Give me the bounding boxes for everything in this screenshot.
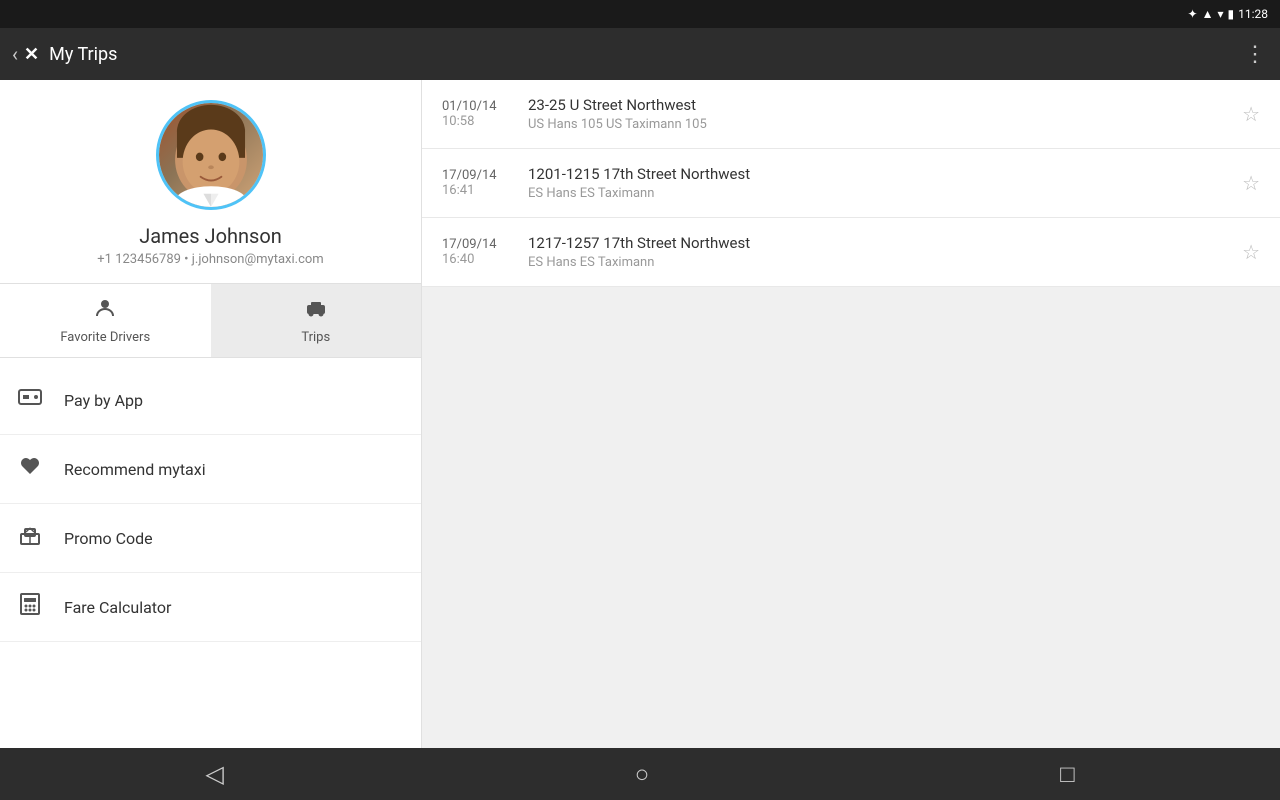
- status-bar: ✦ ▲ ▾ ▮ 11:28: [0, 0, 1280, 28]
- promo-label: Promo Code: [64, 529, 153, 548]
- promo-icon: [16, 522, 44, 554]
- trip-date: 17/09/14 16:40: [442, 237, 512, 267]
- recent-nav-button[interactable]: □: [1040, 752, 1095, 797]
- trip-driver: US Hans 105 US Taximann 105: [528, 117, 1226, 132]
- trip-info: 1201-1215 17th Street Northwest ES Hans …: [528, 165, 1226, 201]
- trip-date-main: 01/10/14: [442, 99, 512, 114]
- fare-calc-icon: [16, 591, 44, 623]
- trip-driver: ES Hans ES Taximann: [528, 255, 1226, 270]
- trip-driver: ES Hans ES Taximann: [528, 186, 1226, 201]
- trip-list: 01/10/14 10:58 23-25 U Street Northwest …: [422, 80, 1280, 287]
- battery-icon: ▮: [1228, 7, 1235, 21]
- table-row[interactable]: 17/09/14 16:40 1217-1257 17th Street Nor…: [422, 218, 1280, 287]
- trip-address: 23-25 U Street Northwest: [528, 96, 1226, 114]
- trips-icon: [304, 296, 328, 326]
- back-button[interactable]: ‹: [12, 42, 18, 66]
- page-title: My Trips: [49, 44, 1244, 65]
- menu-item-recommend[interactable]: Recommend mytaxi: [0, 435, 421, 504]
- tab-favorite-drivers[interactable]: Favorite Drivers: [0, 284, 211, 357]
- recommend-icon: [16, 453, 44, 485]
- trip-address: 1201-1215 17th Street Northwest: [528, 165, 1226, 183]
- app-logo: ✕: [24, 44, 39, 65]
- trip-time: 10:58: [442, 114, 512, 129]
- star-button[interactable]: ☆: [1242, 240, 1260, 264]
- user-contact: +1 123456789 • j.johnson@mytaxi.com: [97, 252, 323, 267]
- more-options-button[interactable]: ⋮: [1244, 42, 1268, 67]
- trip-date: 17/09/14 16:41: [442, 168, 512, 198]
- menu-item-pay-by-app[interactable]: Pay by App: [0, 366, 421, 435]
- pay-by-app-icon: [16, 384, 44, 416]
- trip-time: 16:40: [442, 252, 512, 267]
- right-panel: 01/10/14 10:58 23-25 U Street Northwest …: [422, 80, 1280, 748]
- wifi-icon: ▾: [1217, 7, 1223, 21]
- nav-bar: ‹ ✕ My Trips ⋮: [0, 28, 1280, 80]
- left-panel: James Johnson +1 123456789 • j.johnson@m…: [0, 80, 422, 748]
- trip-time: 16:41: [442, 183, 512, 198]
- time-display: 11:28: [1238, 7, 1268, 21]
- avatar: [156, 100, 266, 210]
- user-name: James Johnson: [139, 224, 282, 248]
- star-button[interactable]: ☆: [1242, 102, 1260, 126]
- trip-date-main: 17/09/14: [442, 168, 512, 183]
- bluetooth-icon: ✦: [1188, 7, 1198, 21]
- tab-trips-label: Trips: [301, 330, 330, 345]
- fare-calc-label: Fare Calculator: [64, 598, 171, 617]
- signal-icon: ▲: [1202, 7, 1214, 21]
- tab-trips[interactable]: Trips: [211, 284, 422, 357]
- pay-by-app-label: Pay by App: [64, 391, 143, 410]
- trip-info: 23-25 U Street Northwest US Hans 105 US …: [528, 96, 1226, 132]
- main-content: James Johnson +1 123456789 • j.johnson@m…: [0, 80, 1280, 748]
- menu-item-promo[interactable]: Promo Code: [0, 504, 421, 573]
- tabs-container: Favorite Drivers Trips: [0, 284, 421, 358]
- home-nav-button[interactable]: ○: [615, 752, 670, 797]
- star-button[interactable]: ☆: [1242, 171, 1260, 195]
- status-icons: ✦ ▲ ▾ ▮ 11:28: [1188, 7, 1268, 21]
- menu-item-fare-calc[interactable]: Fare Calculator: [0, 573, 421, 642]
- trip-date: 01/10/14 10:58: [442, 99, 512, 129]
- avatar-image: [159, 103, 263, 207]
- trip-date-main: 17/09/14: [442, 237, 512, 252]
- table-row[interactable]: 17/09/14 16:41 1201-1215 17th Street Nor…: [422, 149, 1280, 218]
- bottom-nav: ◁ ○ □: [0, 748, 1280, 800]
- tab-favorite-drivers-label: Favorite Drivers: [60, 330, 150, 345]
- profile-section: James Johnson +1 123456789 • j.johnson@m…: [0, 80, 421, 284]
- trip-address: 1217-1257 17th Street Northwest: [528, 234, 1226, 252]
- favorite-drivers-icon: [93, 296, 117, 326]
- menu-list: Pay by App Recommend mytaxi: [0, 366, 421, 642]
- trip-info: 1217-1257 17th Street Northwest ES Hans …: [528, 234, 1226, 270]
- back-nav-button[interactable]: ◁: [185, 752, 243, 796]
- recommend-label: Recommend mytaxi: [64, 460, 206, 479]
- table-row[interactable]: 01/10/14 10:58 23-25 U Street Northwest …: [422, 80, 1280, 149]
